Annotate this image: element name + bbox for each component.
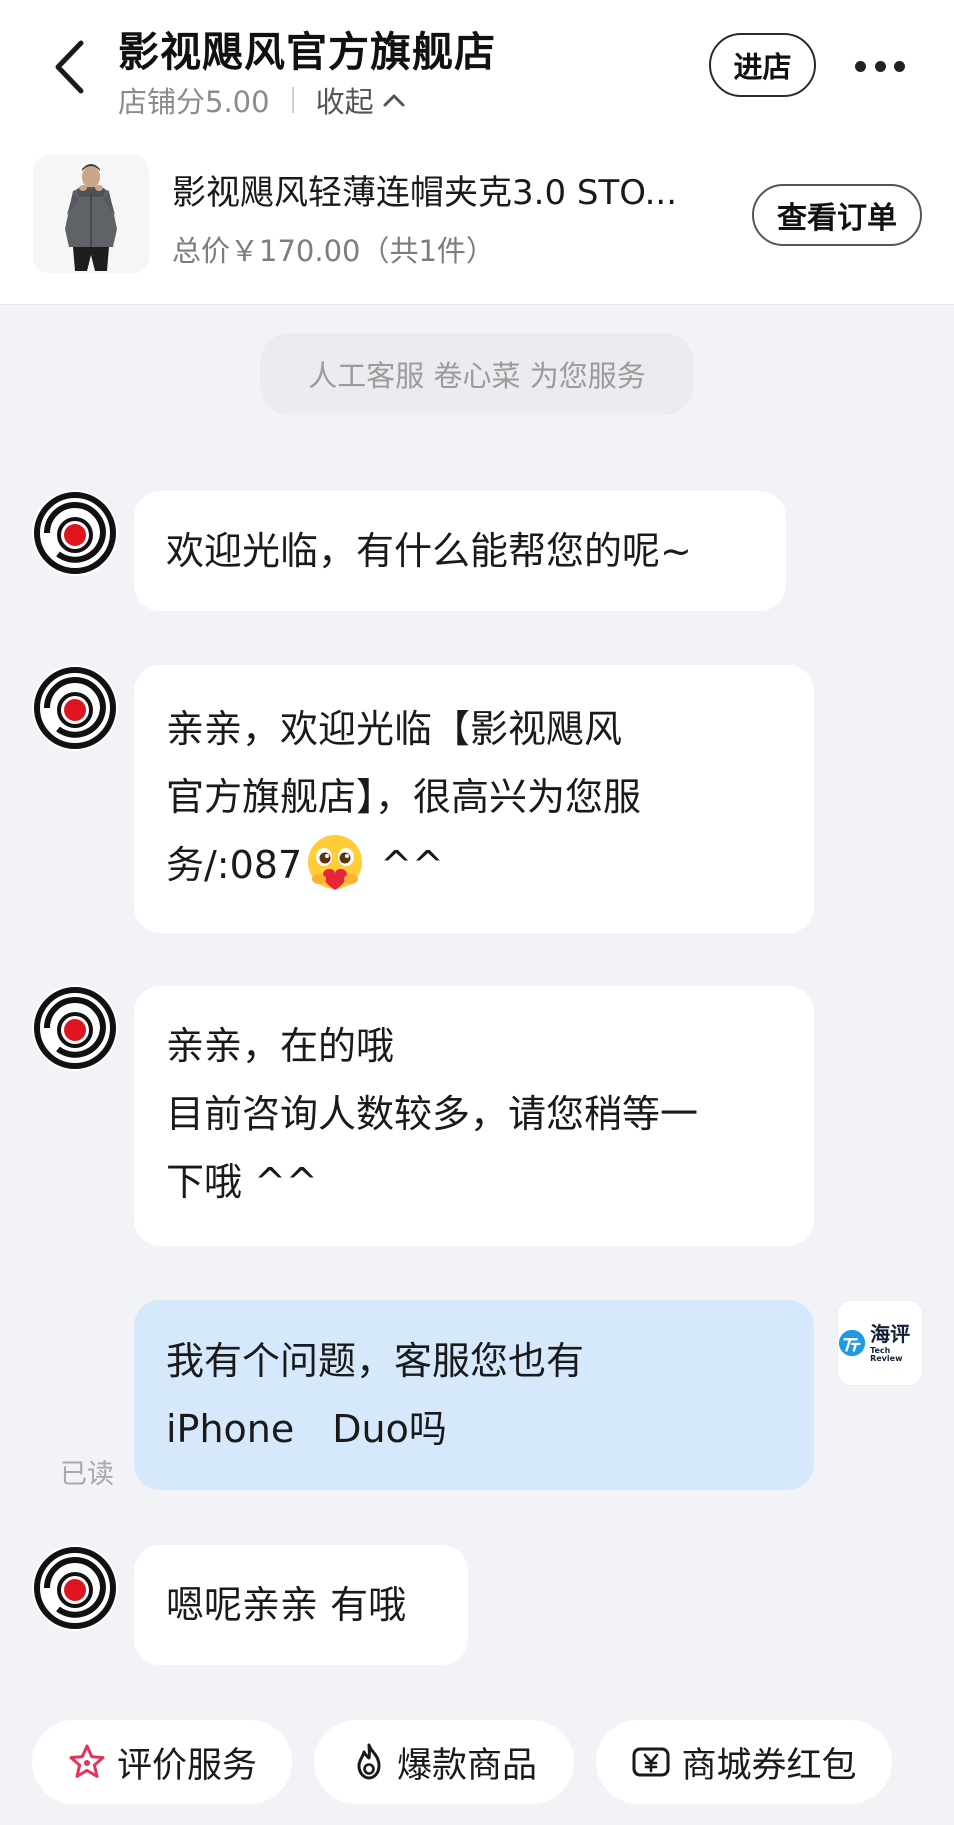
chevron-up-icon [383, 94, 405, 107]
message-bubble: 欢迎光临，有什么能帮您的呢~ [134, 491, 786, 611]
message-text: 务/:087 [166, 843, 303, 887]
store-logo-icon [34, 492, 116, 574]
store-meta: 店铺分5.00 收起 [118, 80, 406, 120]
message-text: 下哦 ^^ [166, 1160, 318, 1204]
shop-avatar[interactable] [32, 665, 118, 751]
flame-icon [357, 1743, 381, 1780]
quick-action-label: 爆款商品 [396, 1745, 537, 1786]
tech-review-logo-icon [838, 1329, 866, 1357]
avatar-en-text: Tech Review [870, 1345, 903, 1363]
heart-hug-emoji-icon [308, 834, 363, 890]
user-message-bubble: 我有个问题，客服您也有 iPhone Duo吗 [134, 1300, 814, 1490]
message-text: iPhone Duo吗 [166, 1407, 447, 1451]
read-status: 已读 [60, 1459, 114, 1490]
chat-page: 影视飓风官方旗舰店 店铺分5.00 收起 进店 影视飓风轻薄连帽夹克3.0 ST… [0, 0, 954, 1825]
message-bubble: 亲亲，在的哦 目前咨询人数较多，请您稍等一 下哦 ^^ [134, 986, 814, 1246]
shop-avatar[interactable] [32, 490, 118, 576]
store-logo-icon [34, 987, 116, 1069]
shop-avatar[interactable] [32, 985, 118, 1071]
collapse-toggle[interactable]: 收起 [316, 79, 406, 121]
store-logo-icon [34, 667, 116, 749]
hot-products-button[interactable]: 爆款商品 [314, 1720, 574, 1804]
product-price: 总价￥170.00（共1件） [172, 234, 495, 268]
chevron-left-icon [55, 40, 84, 94]
more-dot-icon [894, 60, 905, 72]
message-bubble: 亲亲，欢迎光临【影视飓风 官方旗舰店】，很高兴为您服 务/:087 ^^ [134, 665, 814, 933]
coupons-button[interactable]: 商城券红包 [596, 1720, 892, 1804]
quick-action-label: 评价服务 [116, 1745, 257, 1786]
star-icon [69, 1744, 105, 1778]
message-text: 官方旗舰店】，很高兴为您服 [166, 775, 642, 819]
store-name[interactable]: 影视飓风官方旗舰店 [118, 18, 496, 78]
product-name[interactable]: 影视飓风轻薄连帽夹克3.0 STO... [172, 165, 677, 214]
message-text-with-emoji: 务/:087 ^^ [166, 831, 782, 899]
more-options-button[interactable] [845, 46, 915, 86]
avatar-cn-text: 海评 [870, 1321, 911, 1346]
message-bubble: 嗯呢亲亲 有哦 [134, 1545, 468, 1665]
agent-assigned-notice: 人工客服 卷心菜 为您服务 [260, 333, 694, 415]
more-dot-icon [874, 60, 886, 72]
view-order-button[interactable]: 查看订单 [752, 184, 922, 246]
more-dot-icon [855, 60, 866, 72]
user-avatar[interactable]: 海评 Tech Review [837, 1300, 923, 1386]
jacket-model-image [33, 155, 149, 273]
message-text: 目前咨询人数较多，请您稍等一 [166, 1092, 699, 1136]
message-text: 嗯呢亲亲 有哦 [166, 1583, 407, 1627]
enter-store-button[interactable]: 进店 [709, 33, 816, 97]
message-text: 我有个问题，客服您也有 [166, 1339, 585, 1383]
message-text: 亲亲，欢迎光临【影视飓风 [166, 707, 623, 751]
product-thumbnail[interactable] [33, 155, 149, 273]
store-logo-icon [34, 1547, 116, 1629]
collapse-label: 收起 [315, 85, 374, 119]
coupon-icon [632, 1747, 670, 1777]
store-score: 店铺分5.00 [118, 85, 270, 119]
shop-avatar[interactable] [32, 1545, 118, 1631]
back-button[interactable] [46, 36, 92, 98]
meta-divider [291, 87, 294, 113]
message-text: ^^ [368, 843, 444, 887]
message-text: 亲亲，在的哦 [166, 1024, 395, 1068]
rate-service-button[interactable]: 评价服务 [32, 1720, 292, 1804]
user-avatar-text: 海评 Tech Review [870, 1324, 922, 1363]
quick-action-label: 商城券红包 [681, 1745, 857, 1786]
message-text: 欢迎光临，有什么能帮您的呢~ [166, 529, 692, 573]
chat-header: 影视飓风官方旗舰店 店铺分5.00 收起 进店 影视飓风轻薄连帽夹克3.0 ST… [0, 0, 954, 305]
